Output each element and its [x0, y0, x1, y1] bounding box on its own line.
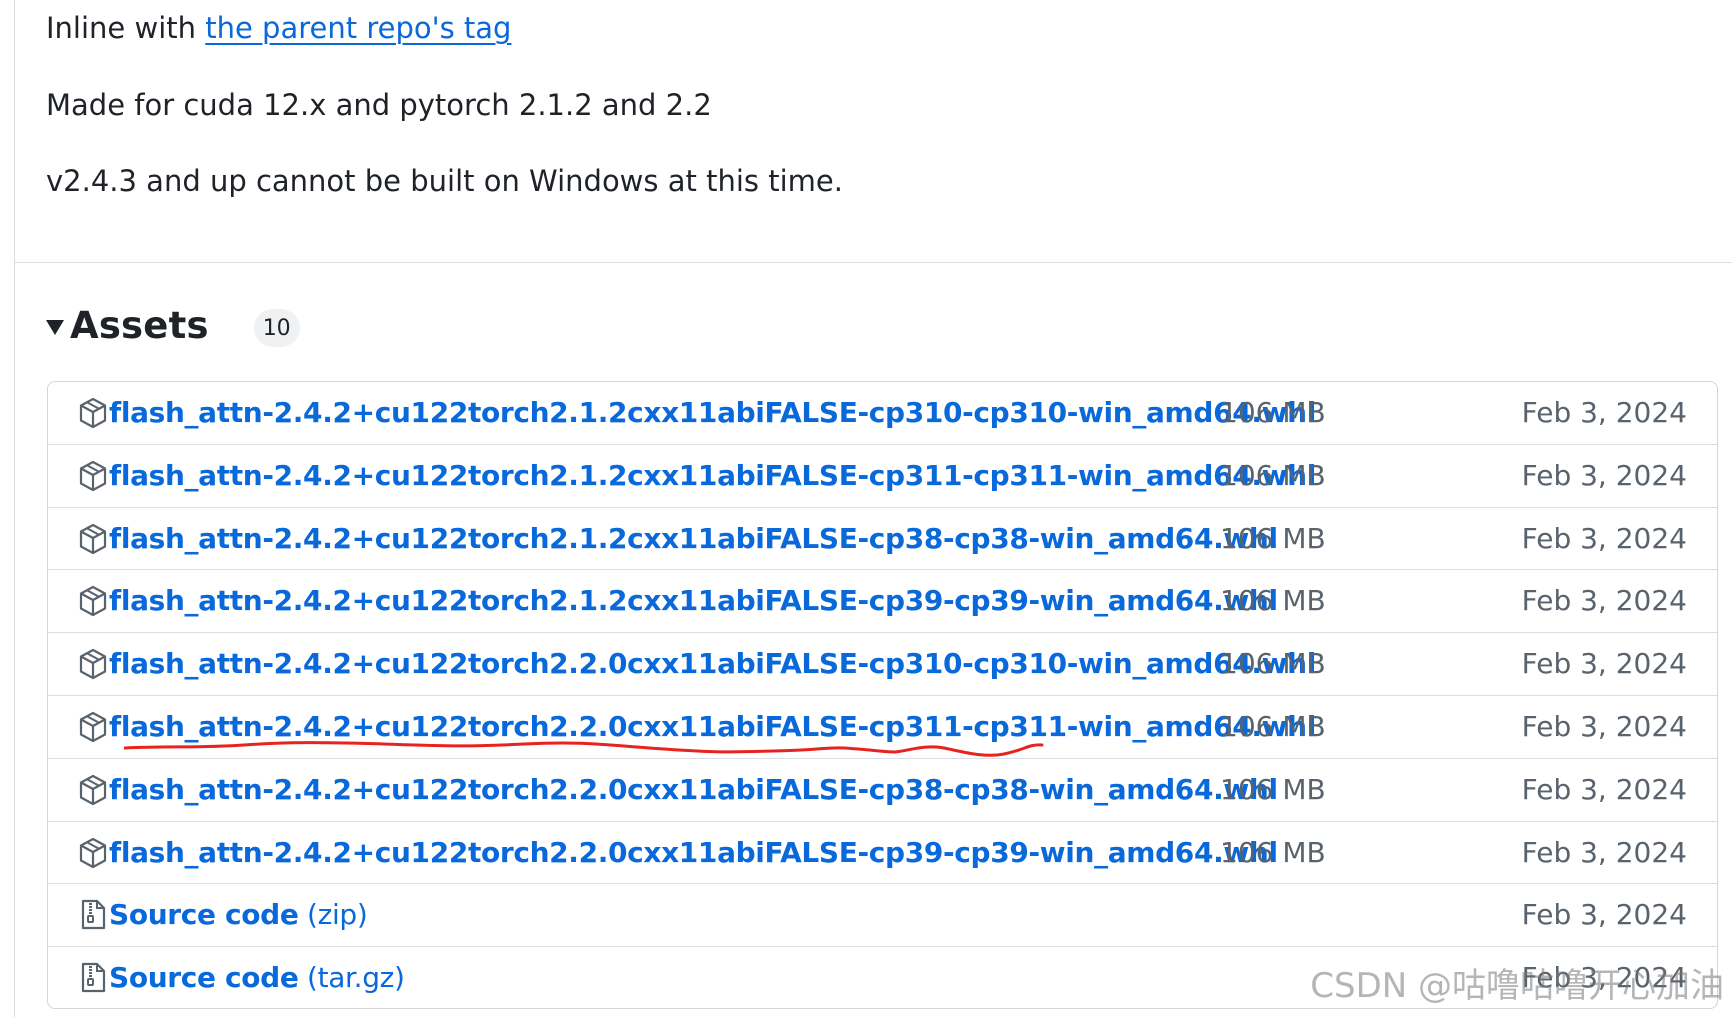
asset-size: 106 MB — [1220, 647, 1326, 681]
asset-download-link[interactable]: Source code (tar.gz) — [109, 947, 405, 1008]
asset-name: flash_attn-2.4.2+cu122torch2.1.2cxx11abi… — [109, 396, 1316, 429]
asset-name: Source code — [109, 961, 299, 995]
asset-download-link[interactable]: flash_attn-2.4.2+cu122torch2.1.2cxx11abi… — [109, 445, 1316, 507]
asset-download-link[interactable]: Source code (zip) — [109, 884, 368, 946]
asset-row: flash_attn-2.4.2+cu122torch2.1.2cxx11abi… — [48, 570, 1717, 634]
asset-row: flash_attn-2.4.2+cu122torch2.1.2cxx11abi… — [48, 508, 1717, 571]
asset-row: flash_attn-2.4.2+cu122torch2.2.0cxx11abi… — [48, 759, 1717, 822]
note-cuda-pytorch: Made for cuda 12.x and pytorch 2.1.2 and… — [46, 88, 712, 122]
package-icon — [79, 586, 107, 617]
asset-size: 106 MB — [1220, 709, 1326, 743]
asset-row: Source code (zip) Feb 3, 2024 — [48, 884, 1717, 948]
asset-date: Feb 3, 2024 — [1521, 835, 1687, 869]
asset-size: 106 MB — [1220, 396, 1326, 429]
asset-row: flash_attn-2.4.2+cu122torch2.1.2cxx11abi… — [48, 445, 1717, 508]
asset-download-link[interactable]: flash_attn-2.4.2+cu122torch2.1.2cxx11abi… — [109, 570, 1278, 632]
asset-format: (tar.gz) — [298, 961, 405, 995]
asset-row: flash_attn-2.4.2+cu122torch2.1.2cxx11abi… — [48, 382, 1717, 445]
asset-name: flash_attn-2.4.2+cu122torch2.1.2cxx11abi… — [109, 521, 1278, 555]
file-zip-icon — [81, 963, 106, 993]
left-border — [14, 0, 15, 1017]
asset-size: 106 MB — [1220, 835, 1326, 869]
asset-name: flash_attn-2.4.2+cu122torch2.2.0cxx11abi… — [109, 772, 1278, 806]
asset-download-link[interactable]: flash_attn-2.4.2+cu122torch2.2.0cxx11abi… — [109, 759, 1278, 821]
asset-date: Feb 3, 2024 — [1521, 458, 1687, 492]
parent-repo-tag-link[interactable]: the parent repo's tag — [205, 11, 511, 45]
note-parent-tag-prefix: Inline with — [46, 11, 206, 45]
asset-date: Feb 3, 2024 — [1521, 396, 1687, 429]
asset-download-link[interactable]: flash_attn-2.4.2+cu122torch2.2.0cxx11abi… — [109, 822, 1278, 884]
asset-size: 106 MB — [1220, 458, 1326, 492]
asset-name: flash_attn-2.4.2+cu122torch2.2.0cxx11abi… — [109, 647, 1316, 681]
section-divider — [14, 262, 1732, 263]
asset-date: Feb 3, 2024 — [1521, 772, 1687, 806]
asset-name: flash_attn-2.4.2+cu122torch2.1.2cxx11abi… — [109, 584, 1278, 618]
asset-name: Source code — [109, 898, 299, 932]
package-icon — [79, 397, 107, 429]
package-icon — [79, 649, 107, 680]
asset-size: 106 MB — [1220, 772, 1326, 806]
asset-name: flash_attn-2.4.2+cu122torch2.2.0cxx11abi… — [109, 709, 1316, 743]
asset-row: flash_attn-2.4.2+cu122torch2.2.0cxx11abi… — [48, 633, 1717, 696]
asset-download-link[interactable]: flash_attn-2.4.2+cu122torch2.1.2cxx11abi… — [109, 382, 1316, 444]
note-windows-build: v2.4.3 and up cannot be built on Windows… — [46, 164, 843, 198]
package-icon — [79, 774, 107, 805]
asset-format: (zip) — [298, 898, 368, 932]
asset-name: flash_attn-2.4.2+cu122torch2.1.2cxx11abi… — [109, 458, 1316, 492]
note-parent-tag: Inline with the parent repo's tag — [46, 8, 511, 48]
assets-heading: Assets — [70, 303, 209, 347]
package-icon — [79, 460, 107, 491]
asset-list: flash_attn-2.4.2+cu122torch2.1.2cxx11abi… — [47, 381, 1718, 1009]
asset-date: Feb 3, 2024 — [1521, 584, 1687, 618]
assets-toggle[interactable]: Assets 10 — [46, 300, 300, 350]
asset-name: flash_attn-2.4.2+cu122torch2.2.0cxx11abi… — [109, 835, 1278, 869]
package-icon — [79, 711, 107, 743]
asset-download-link[interactable]: flash_attn-2.4.2+cu122torch2.2.0cxx11abi… — [109, 633, 1316, 695]
asset-download-link[interactable]: flash_attn-2.4.2+cu122torch2.1.2cxx11abi… — [109, 508, 1278, 570]
asset-size: 106 MB — [1220, 584, 1326, 618]
asset-row: flash_attn-2.4.2+cu122torch2.2.0cxx11abi… — [48, 822, 1717, 885]
asset-row: flash_attn-2.4.2+cu122torch2.2.0cxx11abi… — [48, 696, 1717, 759]
caret-down-icon[interactable] — [46, 319, 64, 335]
file-zip-icon — [81, 900, 106, 930]
package-icon — [79, 837, 107, 868]
package-icon — [79, 523, 107, 554]
asset-date: Feb 3, 2024 — [1521, 709, 1687, 743]
asset-download-link[interactable]: flash_attn-2.4.2+cu122torch2.2.0cxx11abi… — [109, 696, 1316, 758]
asset-date: Feb 3, 2024 — [1521, 521, 1687, 555]
csdn-watermark: CSDN @咕噜咕噜开心加油 — [1310, 966, 1724, 1006]
asset-date: Feb 3, 2024 — [1521, 647, 1687, 681]
assets-count-badge: 10 — [253, 309, 300, 347]
asset-size: 106 MB — [1220, 521, 1326, 555]
asset-date: Feb 3, 2024 — [1521, 898, 1687, 932]
